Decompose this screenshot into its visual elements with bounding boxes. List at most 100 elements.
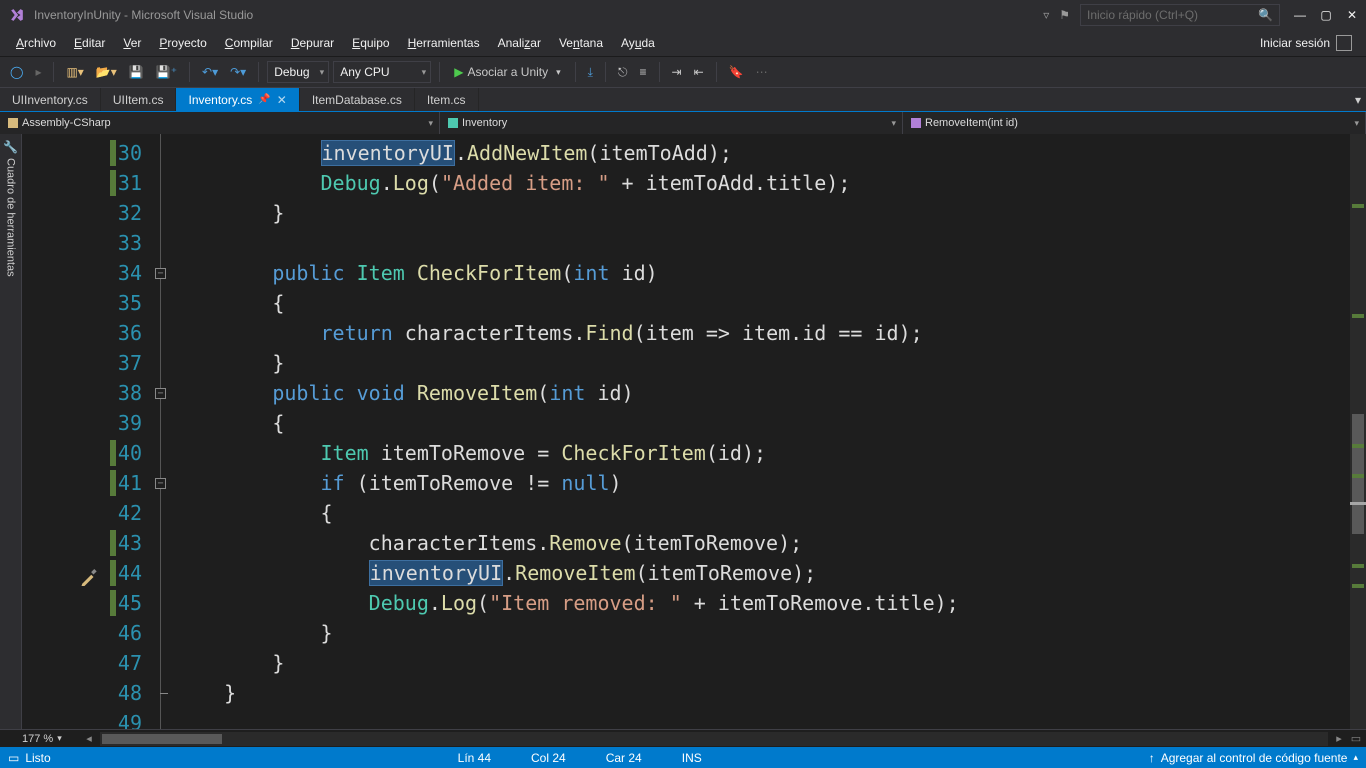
nav-class[interactable]: Inventory <box>440 112 903 134</box>
step-button[interactable]: ⤓ <box>584 63 597 82</box>
hscroll-right[interactable]: ▸ <box>1332 732 1346 745</box>
redo-button[interactable]: ↷▾ <box>226 63 250 81</box>
sign-in-label: Iniciar sesión <box>1260 36 1330 50</box>
tab-overflow-icon[interactable]: ▾ <box>1350 88 1366 111</box>
fold-toggle[interactable]: − <box>155 478 166 489</box>
code-line[interactable]: public Item CheckForItem(int id) <box>176 258 1350 288</box>
code-line[interactable]: { <box>176 498 1350 528</box>
code-line[interactable] <box>176 708 1350 729</box>
hscroll-left[interactable]: ◂ <box>82 732 96 745</box>
misc-button-3[interactable]: ⋯ <box>752 63 772 81</box>
save-button[interactable]: 💾 <box>125 63 148 81</box>
tab-label: Item.cs <box>427 93 466 107</box>
line-number: 37 <box>22 348 142 378</box>
change-marker <box>110 530 116 556</box>
vertical-scrollbar[interactable] <box>1350 134 1366 729</box>
misc-button-1[interactable]: ⎋ <box>614 63 632 82</box>
menu-view[interactable]: Ver <box>115 33 149 53</box>
misc-button-2[interactable]: ≡ <box>635 63 650 81</box>
split-icon[interactable]: ▭ <box>1346 732 1366 745</box>
code-line[interactable]: } <box>176 618 1350 648</box>
menu-file[interactable]: Archivo <box>8 33 64 53</box>
publish-icon: ↑ <box>1149 751 1155 765</box>
maximize-button[interactable]: ▢ <box>1320 8 1332 22</box>
menu-debug[interactable]: Depurar <box>283 33 342 53</box>
fold-toggle[interactable]: − <box>155 388 166 399</box>
indent-button[interactable]: ⇥ <box>668 63 686 81</box>
attach-button[interactable]: ▶ Asociar a Unity ▾ <box>448 65 566 79</box>
code-line[interactable]: if (itemToRemove != null) <box>176 468 1350 498</box>
code-line[interactable]: Debug.Log("Item removed: " + itemToRemov… <box>176 588 1350 618</box>
bookmark-button[interactable]: 🔖 <box>725 63 748 81</box>
code-line[interactable]: { <box>176 288 1350 318</box>
line-number: 38 <box>22 378 142 408</box>
nav-back-button[interactable]: ◯ <box>6 63 27 81</box>
close-tab-icon[interactable]: ✕ <box>277 93 287 107</box>
code-line[interactable]: inventoryUI.AddNewItem(itemToAdd); <box>176 138 1350 168</box>
pin-icon[interactable]: 📌 <box>258 94 270 105</box>
tab-uiitem-cs[interactable]: UIItem.cs <box>101 88 177 111</box>
save-all-button[interactable]: 💾⁺ <box>152 63 181 81</box>
outlining-margin[interactable]: − − − <box>152 134 176 729</box>
undo-button[interactable]: ↶▾ <box>198 63 222 81</box>
config-combo[interactable]: Debug <box>267 61 329 83</box>
tab-uiinventory-cs[interactable]: UIInventory.cs <box>0 88 101 111</box>
tab-item-cs[interactable]: Item.cs <box>415 88 479 111</box>
platform-combo[interactable]: Any CPU <box>333 61 431 83</box>
notifications-icon[interactable]: ▿ <box>1043 8 1049 22</box>
line-number: 39 <box>22 408 142 438</box>
line-number: 42 <box>22 498 142 528</box>
feedback-icon[interactable]: ⚑ <box>1059 8 1070 22</box>
change-marker <box>110 170 116 196</box>
main-area: 🔧 Cuadro de herramientas 303132333435363… <box>0 134 1366 729</box>
menu-help[interactable]: Ayuda <box>613 33 663 53</box>
code-editor[interactable]: 3031323334353637383940414243444546474849… <box>22 134 1366 729</box>
close-button[interactable]: ✕ <box>1346 8 1358 22</box>
tab-inventory-cs[interactable]: Inventory.cs📌✕ <box>176 88 299 111</box>
line-number: 47 <box>22 648 142 678</box>
menu-tools[interactable]: Herramientas <box>400 33 488 53</box>
tab-itemdatabase-cs[interactable]: ItemDatabase.cs <box>300 88 415 111</box>
line-number: 32 <box>22 198 142 228</box>
menu-analyze[interactable]: Analizar <box>490 33 549 53</box>
nav-member[interactable]: RemoveItem(int id) <box>903 112 1366 134</box>
fold-toggle[interactable]: − <box>155 268 166 279</box>
code-line[interactable]: Item itemToRemove = CheckForItem(id); <box>176 438 1350 468</box>
class-icon <box>448 118 458 128</box>
line-number: 41 <box>22 468 142 498</box>
menu-window[interactable]: Ventana <box>551 33 611 53</box>
open-file-button[interactable]: 📂▾ <box>92 63 121 81</box>
nav-assembly[interactable]: Assembly-CSharp <box>0 112 440 134</box>
minimize-button[interactable]: — <box>1294 8 1306 22</box>
code-line[interactable]: return characterItems.Find(item => item.… <box>176 318 1350 348</box>
code-line[interactable]: } <box>176 678 1350 708</box>
quick-launch[interactable]: Inicio rápido (Ctrl+Q) 🔍 <box>1080 4 1280 26</box>
code-line[interactable]: characterItems.Remove(itemToRemove); <box>176 528 1350 558</box>
new-project-button[interactable]: ▥▾ <box>62 63 87 81</box>
status-col: Col 24 <box>531 751 566 765</box>
code-line[interactable]: inventoryUI.RemoveItem(itemToRemove); <box>176 558 1350 588</box>
sign-in-button[interactable]: Iniciar sesión <box>1254 32 1358 54</box>
code-line[interactable]: } <box>176 348 1350 378</box>
code-area[interactable]: inventoryUI.AddNewItem(itemToAdd); Debug… <box>176 134 1350 729</box>
nav-fwd-button[interactable]: ▸ <box>31 63 45 81</box>
menu-team[interactable]: Equipo <box>344 33 397 53</box>
code-line[interactable]: } <box>176 198 1350 228</box>
code-line[interactable] <box>176 228 1350 258</box>
zoom-combo[interactable]: 177 % ▾ <box>22 733 82 745</box>
horizontal-scrollbar[interactable] <box>100 732 1328 746</box>
code-line[interactable]: } <box>176 648 1350 678</box>
code-line[interactable]: public void RemoveItem(int id) <box>176 378 1350 408</box>
menu-edit[interactable]: Editar <box>66 33 113 53</box>
outdent-button[interactable]: ⇤ <box>690 63 708 81</box>
toolbox-panel-tab[interactable]: 🔧 Cuadro de herramientas <box>0 134 22 729</box>
line-number: 43 <box>22 528 142 558</box>
line-number: 46 <box>22 618 142 648</box>
lightbulb-icon[interactable] <box>80 564 98 582</box>
hscroll-thumb[interactable] <box>102 734 222 744</box>
code-line[interactable]: { <box>176 408 1350 438</box>
menu-project[interactable]: Proyecto <box>151 33 214 53</box>
source-control-button[interactable]: ↑ Agregar al control de código fuente ▴ <box>1149 751 1358 765</box>
menu-build[interactable]: Compilar <box>217 33 281 53</box>
code-line[interactable]: Debug.Log("Added item: " + itemToAdd.tit… <box>176 168 1350 198</box>
